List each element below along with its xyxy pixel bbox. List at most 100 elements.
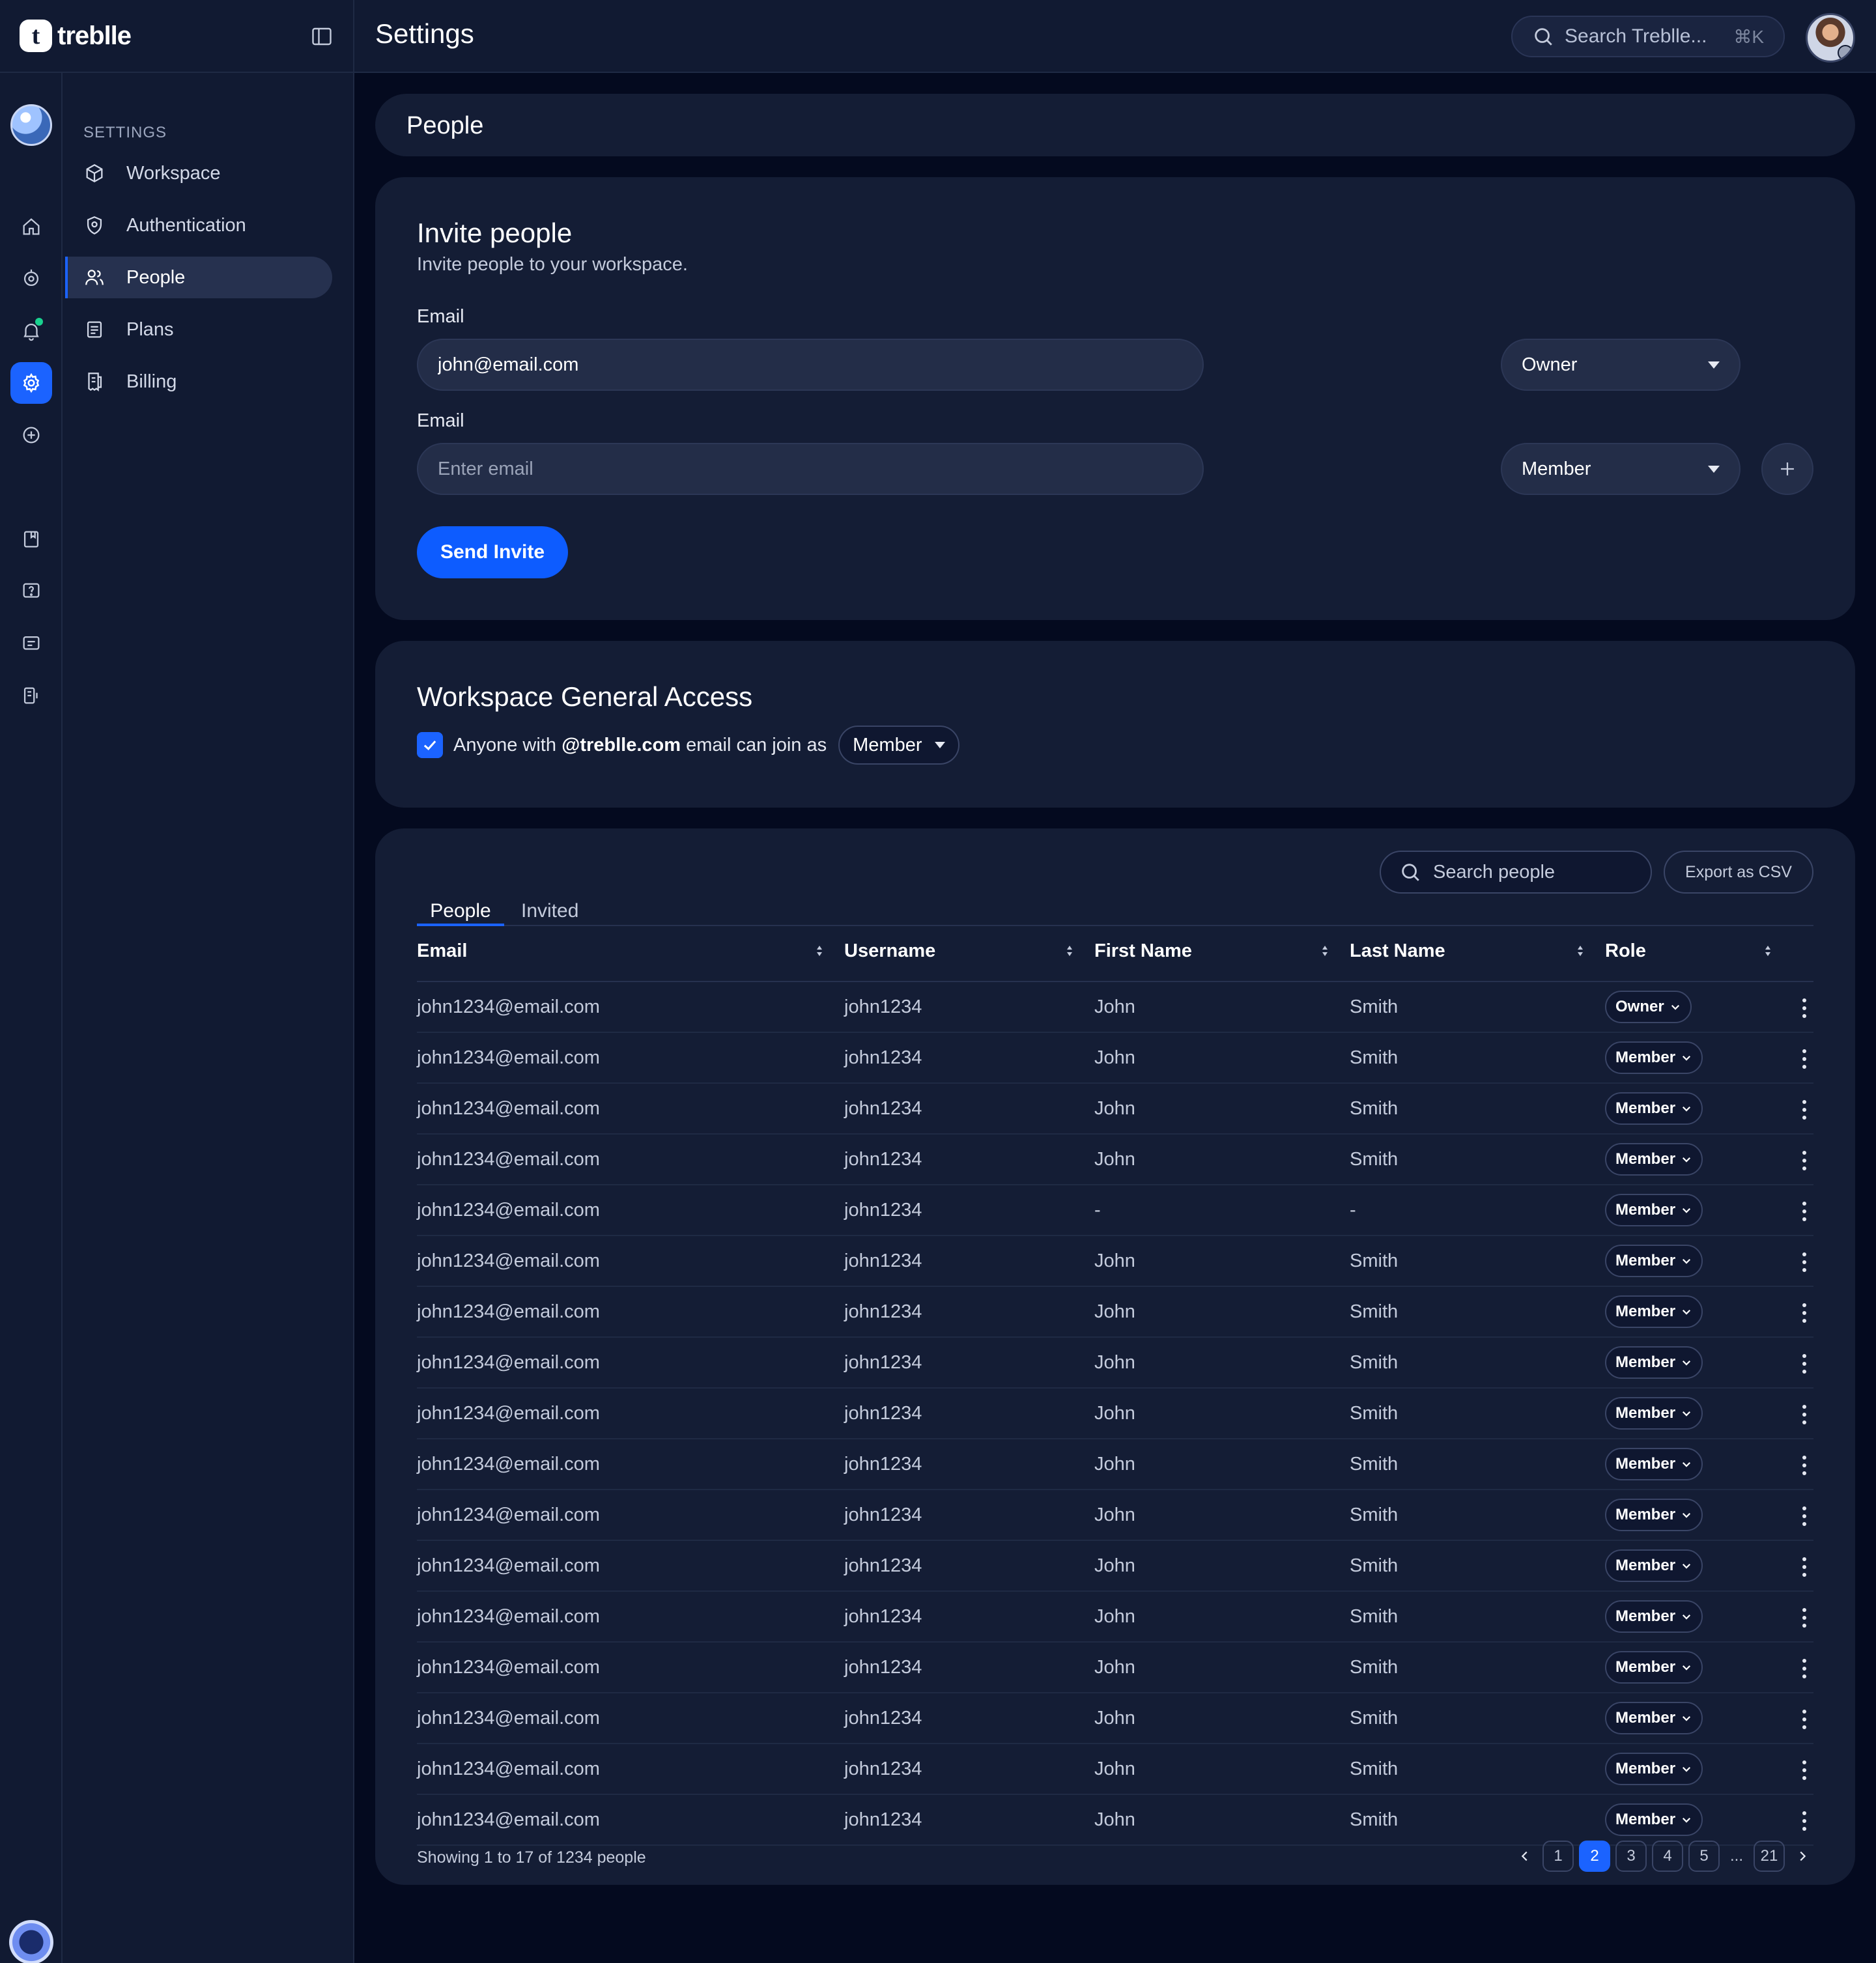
row-menu-icon[interactable] bbox=[1798, 1047, 1811, 1071]
home-icon[interactable] bbox=[10, 206, 52, 247]
row-menu-icon[interactable] bbox=[1798, 1809, 1811, 1833]
sidebar-item-billing[interactable]: Billing bbox=[65, 361, 332, 402]
role-dropdown[interactable]: Member bbox=[1605, 1651, 1703, 1684]
role-select[interactable]: Owner bbox=[1501, 339, 1741, 391]
page-button[interactable]: 21 bbox=[1754, 1841, 1785, 1872]
role-dropdown[interactable]: Member bbox=[1605, 1041, 1703, 1074]
chevron-down-icon bbox=[1682, 1614, 1691, 1620]
role-dropdown[interactable]: Member bbox=[1605, 1245, 1703, 1277]
email-field[interactable] bbox=[417, 443, 1204, 495]
row-menu-icon[interactable] bbox=[1798, 1403, 1811, 1426]
cell-email: john1234@email.com bbox=[417, 1657, 600, 1678]
sidebar-toggle-icon[interactable] bbox=[310, 25, 334, 48]
column-header-role[interactable]: Role bbox=[1605, 940, 1646, 962]
user-avatar[interactable] bbox=[1806, 13, 1855, 63]
role-dropdown[interactable]: Member bbox=[1605, 1702, 1703, 1734]
role-dropdown-value: Member bbox=[1615, 1658, 1676, 1676]
feedback-icon[interactable] bbox=[10, 623, 52, 664]
row-menu-icon[interactable] bbox=[1798, 1555, 1811, 1579]
row-menu-icon[interactable] bbox=[1798, 1454, 1811, 1477]
cell-username: john1234 bbox=[844, 1301, 922, 1322]
cell-last-name: - bbox=[1350, 1200, 1356, 1221]
role-dropdown[interactable]: Member bbox=[1605, 1092, 1703, 1125]
export-csv-button[interactable]: Export as CSV bbox=[1664, 851, 1813, 894]
column-header-username[interactable]: Username bbox=[844, 940, 935, 962]
treblle-logo[interactable]: t treblle bbox=[20, 20, 132, 52]
cell-last-name: Smith bbox=[1350, 1555, 1399, 1576]
cell-last-name: Smith bbox=[1350, 1504, 1399, 1525]
role-dropdown[interactable]: Member bbox=[1605, 1549, 1703, 1582]
row-menu-icon[interactable] bbox=[1798, 1758, 1811, 1782]
chevron-down-icon bbox=[1682, 1360, 1691, 1366]
role-dropdown[interactable]: Owner bbox=[1605, 991, 1692, 1023]
role-dropdown[interactable]: Member bbox=[1605, 1143, 1703, 1176]
row-menu-icon[interactable] bbox=[1798, 996, 1811, 1020]
page-button[interactable]: 2 bbox=[1579, 1841, 1610, 1872]
row-menu-icon[interactable] bbox=[1798, 1504, 1811, 1528]
cell-first-name: John bbox=[1094, 1708, 1135, 1729]
page-button[interactable]: 3 bbox=[1615, 1841, 1647, 1872]
row-menu-icon[interactable] bbox=[1798, 1657, 1811, 1680]
sort-icon[interactable] bbox=[1576, 944, 1584, 957]
role-select[interactable]: Member bbox=[1501, 443, 1741, 495]
sort-icon[interactable] bbox=[816, 944, 823, 957]
role-dropdown[interactable]: Member bbox=[1605, 1194, 1703, 1226]
sidebar-item-workspace[interactable]: Workspace bbox=[65, 152, 332, 194]
role-dropdown[interactable]: Member bbox=[1605, 1753, 1703, 1785]
column-header-first-name[interactable]: First Name bbox=[1094, 940, 1192, 962]
row-menu-icon[interactable] bbox=[1798, 1200, 1811, 1223]
next-page-button[interactable] bbox=[1790, 1841, 1815, 1872]
email-field[interactable] bbox=[417, 339, 1204, 391]
sidebar-item-plans[interactable]: Plans bbox=[65, 309, 332, 350]
sidebar-item-people[interactable]: People bbox=[65, 257, 332, 298]
page-button[interactable]: 5 bbox=[1688, 1841, 1720, 1872]
sort-icon[interactable] bbox=[1321, 944, 1329, 957]
row-menu-icon[interactable] bbox=[1798, 1352, 1811, 1376]
add-email-button[interactable] bbox=[1761, 443, 1813, 495]
workspace-avatar[interactable] bbox=[10, 104, 52, 146]
help-assistant-icon[interactable] bbox=[9, 1920, 53, 1963]
global-search[interactable]: Search Treblle... ⌘K bbox=[1511, 16, 1785, 57]
role-dropdown[interactable]: Member bbox=[1605, 1600, 1703, 1633]
role-dropdown[interactable]: Member bbox=[1605, 1295, 1703, 1328]
row-menu-icon[interactable] bbox=[1798, 1098, 1811, 1122]
access-role-select[interactable]: Member bbox=[838, 726, 960, 765]
sidebar-item-authentication[interactable]: Authentication bbox=[65, 205, 332, 246]
docs-icon[interactable] bbox=[10, 518, 52, 560]
add-icon[interactable] bbox=[10, 414, 52, 456]
help-icon[interactable] bbox=[10, 571, 52, 612]
users-icon bbox=[85, 270, 104, 285]
settings-icon[interactable] bbox=[10, 362, 52, 404]
cell-first-name: John bbox=[1094, 1606, 1135, 1627]
chevron-down-icon bbox=[1682, 1055, 1691, 1061]
sort-icon[interactable] bbox=[1764, 944, 1772, 957]
role-dropdown[interactable]: Member bbox=[1605, 1803, 1703, 1836]
previous-page-button[interactable] bbox=[1513, 1841, 1537, 1872]
row-menu-icon[interactable] bbox=[1798, 1708, 1811, 1731]
tab-invited[interactable]: Invited bbox=[521, 865, 578, 926]
page-title-card: People bbox=[375, 94, 1855, 156]
integrations-icon[interactable] bbox=[10, 675, 52, 716]
domain-join-checkbox[interactable] bbox=[417, 732, 443, 758]
api-icon[interactable] bbox=[10, 258, 52, 300]
people-search-placeholder: Search people bbox=[1433, 861, 1556, 883]
sort-icon[interactable] bbox=[1066, 944, 1073, 957]
row-menu-icon[interactable] bbox=[1798, 1250, 1811, 1274]
row-menu-icon[interactable] bbox=[1798, 1149, 1811, 1172]
send-invite-button[interactable]: Send Invite bbox=[417, 526, 568, 578]
search-icon bbox=[1402, 864, 1419, 881]
row-menu-icon[interactable] bbox=[1798, 1301, 1811, 1325]
notifications-icon[interactable] bbox=[10, 310, 52, 352]
people-search[interactable]: Search people bbox=[1380, 851, 1652, 894]
role-dropdown[interactable]: Member bbox=[1605, 1448, 1703, 1480]
tab-people[interactable]: People bbox=[417, 865, 504, 926]
role-dropdown[interactable]: Member bbox=[1605, 1397, 1703, 1430]
role-dropdown-value: Member bbox=[1615, 1557, 1676, 1574]
role-dropdown[interactable]: Member bbox=[1605, 1346, 1703, 1379]
role-dropdown[interactable]: Member bbox=[1605, 1499, 1703, 1531]
page-button[interactable]: 4 bbox=[1652, 1841, 1683, 1872]
column-header-last-name[interactable]: Last Name bbox=[1350, 940, 1445, 962]
page-button[interactable]: 1 bbox=[1542, 1841, 1574, 1872]
column-header-email[interactable]: Email bbox=[417, 940, 467, 962]
row-menu-icon[interactable] bbox=[1798, 1606, 1811, 1630]
